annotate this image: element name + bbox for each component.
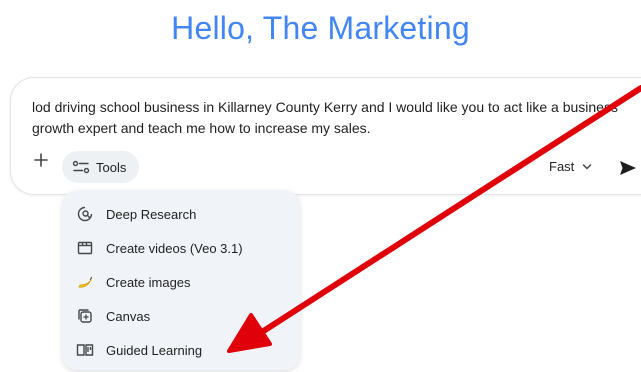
send-button[interactable] [611, 151, 641, 185]
gemini-page: Hello, The Marketing lod driving school … [0, 0, 641, 372]
tools-label: Tools [96, 159, 127, 175]
video-icon [76, 239, 94, 257]
menu-item-label: Deep Research [106, 206, 197, 222]
greeting-title: Hello, The Marketing [171, 10, 470, 46]
prompt-composer[interactable]: lod driving school business in Killarney… [10, 77, 641, 195]
model-selector[interactable]: Fast [549, 159, 592, 174]
chevron-down-icon [583, 163, 592, 169]
guided-learning-icon [76, 341, 94, 359]
model-label: Fast [549, 159, 575, 174]
canvas-icon [76, 307, 94, 325]
menu-item-create-videos[interactable]: Create videos (Veo 3.1) [62, 231, 300, 265]
menu-item-canvas[interactable]: Canvas [62, 299, 300, 333]
menu-item-deep-research[interactable]: Deep Research [62, 197, 300, 231]
tools-icon [72, 160, 90, 174]
menu-item-guided-learning[interactable]: Guided Learning [62, 333, 300, 367]
menu-item-label: Create images [106, 274, 191, 290]
add-attachment-button[interactable] [30, 149, 52, 171]
send-icon [620, 161, 636, 175]
deep-research-icon [76, 205, 94, 223]
menu-item-label: Canvas [106, 308, 151, 324]
menu-item-label: Create videos (Veo 3.1) [106, 240, 243, 256]
prompt-input[interactable]: lod driving school business in Killarney… [32, 97, 632, 139]
menu-item-label: Guided Learning [106, 342, 203, 358]
banana-icon [76, 273, 94, 291]
plus-icon [34, 153, 48, 167]
tools-menu: Deep Research Create videos (Veo 3.1) Cr… [62, 190, 300, 370]
menu-item-create-images[interactable]: Create images [62, 265, 300, 299]
tools-button[interactable]: Tools [62, 151, 140, 183]
